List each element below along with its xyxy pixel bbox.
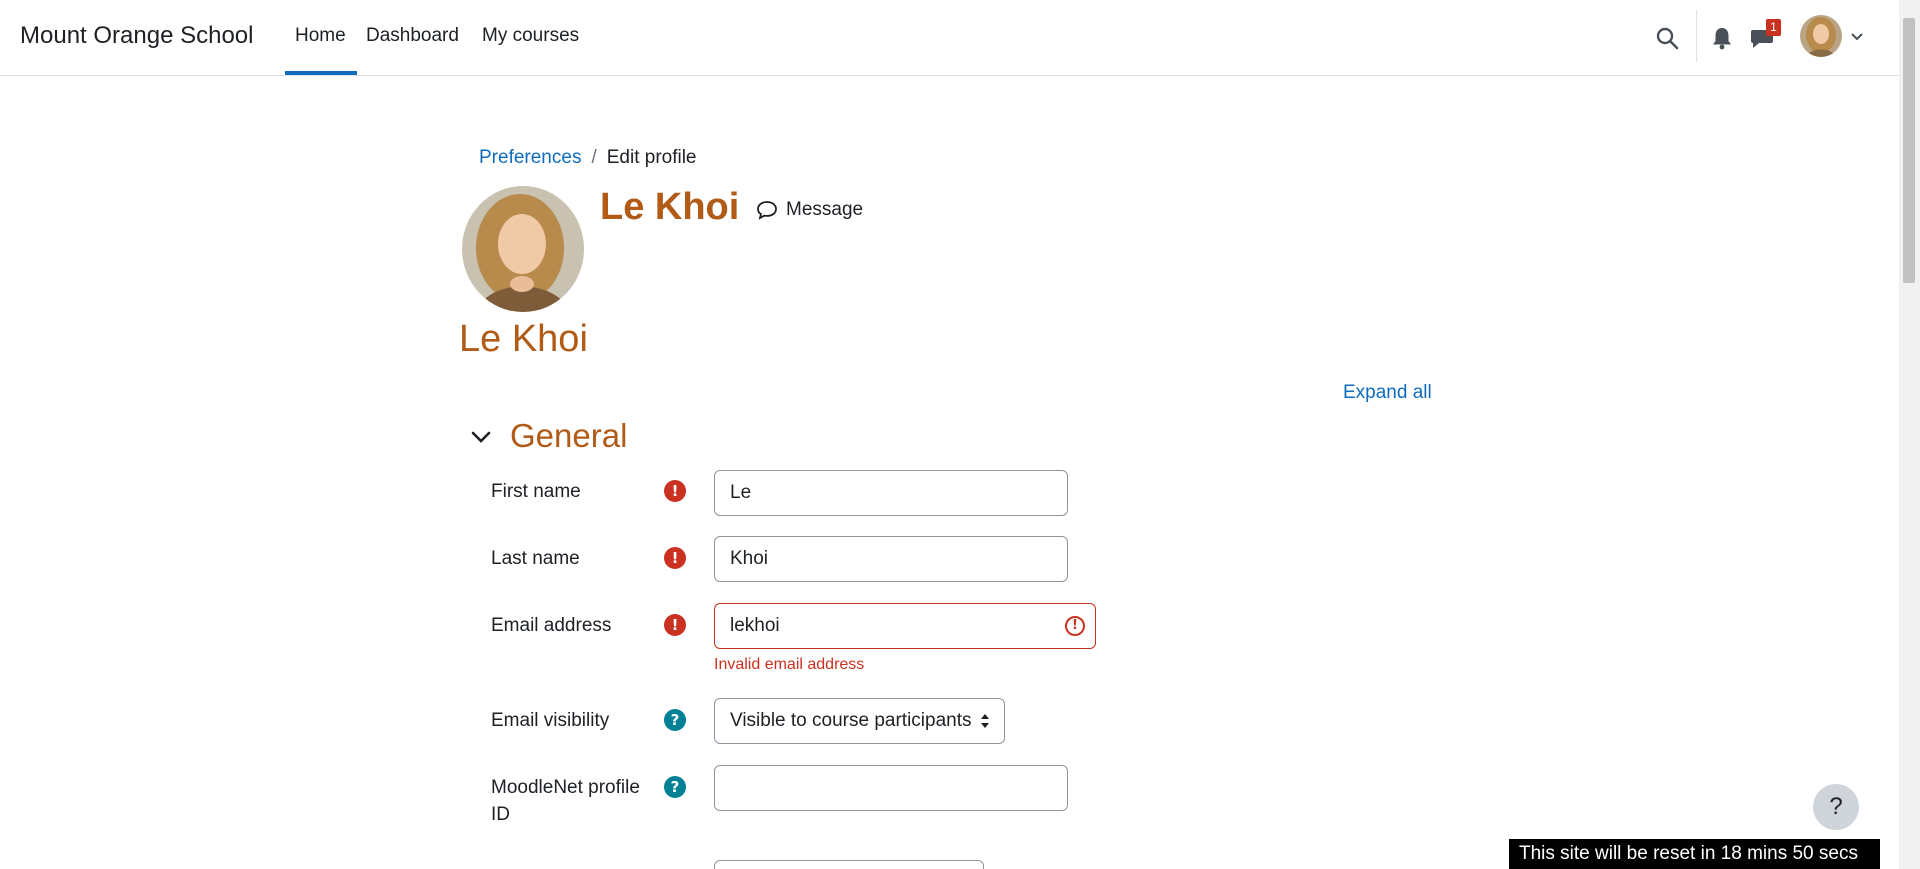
email-value: lekhoi xyxy=(730,615,780,636)
site-reset-banner: This site will be reset in 18 mins 50 se… xyxy=(1509,839,1880,869)
message-button[interactable]: Message xyxy=(756,199,863,221)
breadcrumb: Preferences / Edit profile xyxy=(479,147,697,169)
search-icon[interactable] xyxy=(1655,26,1679,50)
profile-name: Le Khoi xyxy=(600,186,740,228)
help-icon[interactable]: ? xyxy=(664,776,686,798)
help-icon[interactable]: ? xyxy=(664,709,686,731)
select-arrows-icon xyxy=(981,714,989,728)
profile-picture xyxy=(462,186,584,312)
chevron-down-icon[interactable] xyxy=(1850,31,1864,43)
moodlenet-field[interactable] xyxy=(714,765,1068,811)
nav-my-courses-link[interactable]: My courses xyxy=(482,25,579,47)
messages-count-badge: 1 xyxy=(1766,19,1781,36)
first-name-label: First name xyxy=(491,481,581,502)
nav-dashboard-link[interactable]: Dashboard xyxy=(366,25,459,47)
chevron-down-icon[interactable] xyxy=(470,428,492,446)
email-label: Email address xyxy=(491,615,612,636)
navbar-divider xyxy=(1696,10,1697,62)
required-icon[interactable]: ! xyxy=(664,614,686,636)
section-general-title[interactable]: General xyxy=(510,417,627,455)
breadcrumb-preferences-link[interactable]: Preferences xyxy=(479,147,581,168)
scrollbar-thumb[interactable] xyxy=(1903,18,1915,283)
help-button[interactable]: ? xyxy=(1813,784,1859,830)
message-icon xyxy=(757,201,777,220)
top-navbar: Mount Orange School Home Dashboard My co… xyxy=(0,0,1899,76)
last-name-field[interactable]: Khoi xyxy=(714,536,1068,582)
last-name-label: Last name xyxy=(491,548,580,569)
required-icon[interactable]: ! xyxy=(664,547,686,569)
email-field[interactable]: lekhoi ! xyxy=(714,603,1096,649)
breadcrumb-current: Edit profile xyxy=(606,147,697,168)
page-scrollbar[interactable] xyxy=(1899,0,1920,869)
notifications-bell-icon[interactable] xyxy=(1711,26,1733,50)
page-title: Le Khoi xyxy=(459,318,588,360)
user-avatar[interactable] xyxy=(1800,15,1842,57)
next-field-partial[interactable] xyxy=(714,860,984,869)
email-visibility-select[interactable]: Visible to course participants xyxy=(714,698,1005,744)
invalid-warning-icon: ! xyxy=(1065,616,1085,636)
email-visibility-value: Visible to course participants xyxy=(730,710,972,731)
required-icon[interactable]: ! xyxy=(664,480,686,502)
email-error-message: Invalid email address xyxy=(714,656,865,673)
message-label: Message xyxy=(786,199,864,220)
breadcrumb-separator: / xyxy=(591,147,597,168)
moodlenet-label: MoodleNet profile ID xyxy=(491,777,640,825)
expand-all-link[interactable]: Expand all xyxy=(1343,382,1432,404)
email-visibility-label: Email visibility xyxy=(491,710,610,731)
first-name-field[interactable]: Le xyxy=(714,470,1068,516)
site-brand[interactable]: Mount Orange School xyxy=(20,22,253,50)
active-nav-indicator xyxy=(285,71,357,75)
nav-home-link[interactable]: Home xyxy=(295,25,346,47)
